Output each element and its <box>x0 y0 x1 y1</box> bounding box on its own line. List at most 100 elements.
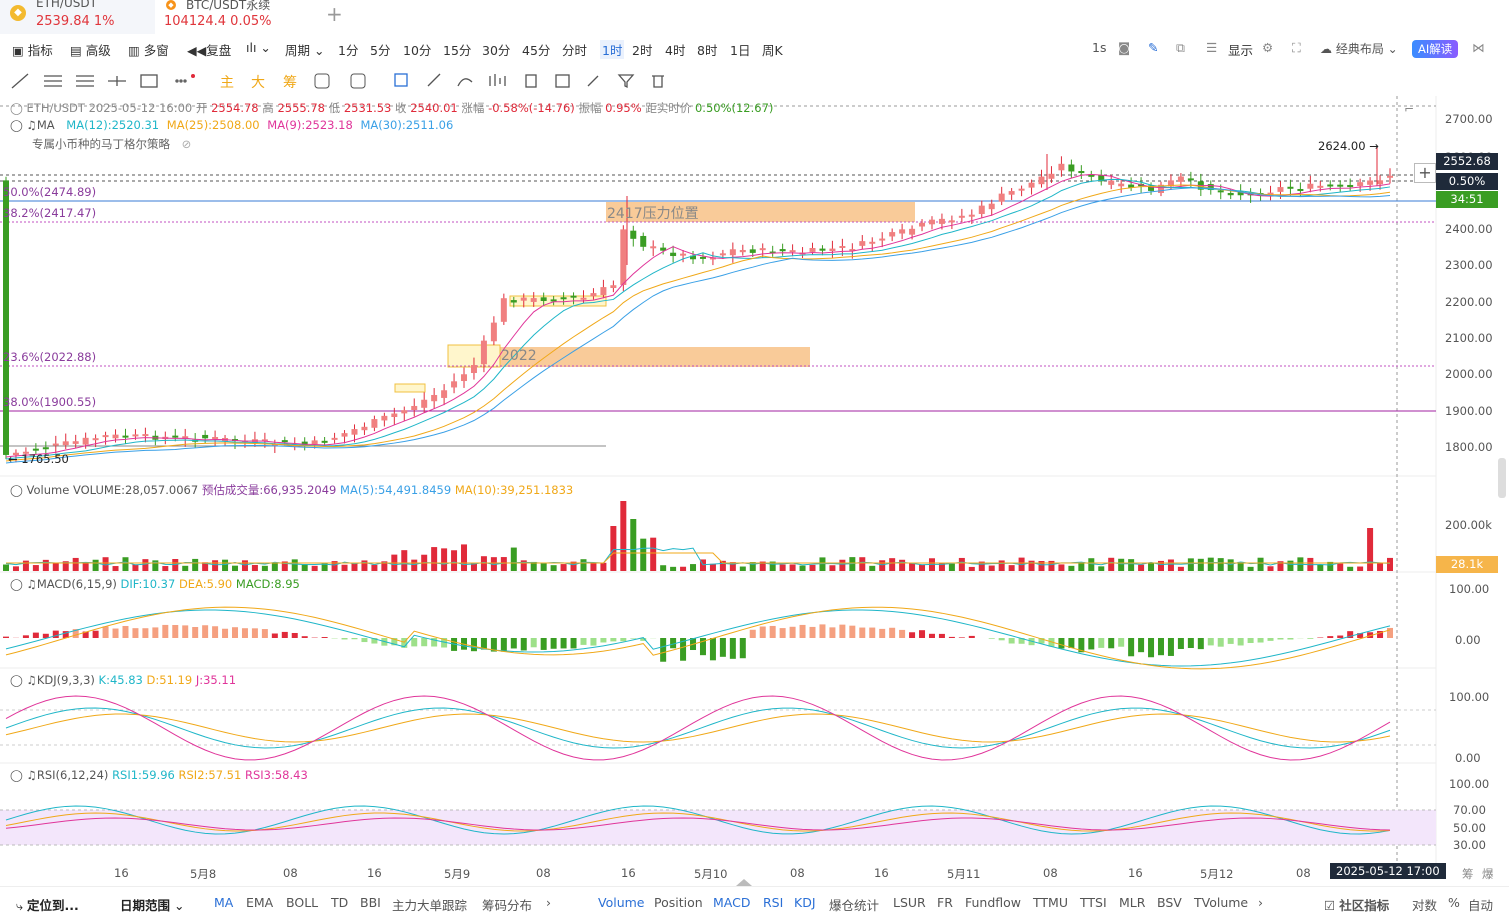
main-force-tool[interactable]: 主 <box>220 75 234 91</box>
chevron-right-icon[interactable]: › <box>546 895 551 910</box>
liquidation-corner-button[interactable]: 爆 <box>1482 866 1494 882</box>
interval-12[interactable]: 周K <box>762 40 783 59</box>
volume-bar <box>92 559 99 571</box>
community-indicators-button[interactable]: ☑ 社区指标 <box>1324 895 1389 914</box>
interval-8[interactable]: 2时 <box>632 40 652 59</box>
chart-type-button[interactable]: ılı ⌄ <box>246 40 271 55</box>
sub-indicator-item[interactable]: Volume <box>598 895 645 910</box>
date-range-dropdown[interactable]: 日期范围 ⌄ <box>120 895 184 914</box>
interval-10[interactable]: 8时 <box>697 40 717 59</box>
advanced-button[interactable]: ▤ 高级 <box>70 40 111 59</box>
replay-button[interactable]: ◀◀复盘 <box>187 40 231 59</box>
main-indicator-item[interactable]: EMA <box>246 895 273 910</box>
percent-scale-toggle[interactable]: % <box>1448 895 1460 910</box>
multi-window-button[interactable]: ▥ 多窗 <box>128 40 169 59</box>
sub-indicator-item[interactable]: RSI <box>763 895 783 910</box>
list-icon[interactable]: ☰ <box>1206 40 1217 55</box>
share-icon[interactable]: ⋈ <box>1472 40 1485 55</box>
time-axis-label: 08 <box>1043 866 1058 880</box>
macd-bar <box>988 638 995 639</box>
interval-0[interactable]: 1分 <box>338 40 358 59</box>
sub-indicator-item[interactable]: KDJ <box>794 895 816 910</box>
sub-indicator-item[interactable]: LSUR <box>893 895 926 910</box>
add-tab-icon[interactable]: + <box>326 2 343 26</box>
sub-indicator-item[interactable]: BSV <box>1157 895 1182 910</box>
main-indicator-item[interactable]: BOLL <box>286 895 318 910</box>
strategy-legend[interactable]: 专属小币种的马丁格尔策略 ⊘ <box>32 136 191 152</box>
support-zone-label[interactable]: 2022 <box>501 348 537 364</box>
hidden-eye-icon[interactable]: ⊘ <box>182 137 192 151</box>
ma-label: MA <box>36 118 55 132</box>
candle-body <box>759 248 766 251</box>
ai-interpret-button[interactable]: AI解读 <box>1412 40 1459 58</box>
collapse-icon[interactable]: ◯ <box>10 577 23 591</box>
log-scale-toggle[interactable]: 对数 <box>1412 895 1437 914</box>
main-indicator-item[interactable]: 主力大单跟踪 <box>392 895 467 914</box>
sub-indicator-item[interactable]: MACD <box>713 895 750 910</box>
scroll-up-icon[interactable] <box>736 879 752 886</box>
bell-icon[interactable]: ♫ <box>27 673 37 687</box>
interval-2[interactable]: 10分 <box>403 40 431 59</box>
sub-indicator-item[interactable]: 爆仓统计 <box>829 895 879 914</box>
volume-bar <box>829 565 836 571</box>
indicators-button[interactable]: ▣ 指标 <box>12 40 53 59</box>
pen-icon[interactable]: ✎ <box>1148 40 1158 55</box>
sub-indicator-item[interactable]: TTMU <box>1033 895 1068 910</box>
interval-11[interactable]: 1日 <box>730 40 750 59</box>
collapse-icon[interactable]: ◯ <box>10 118 23 132</box>
candle-body <box>530 298 537 302</box>
main-indicator-item[interactable]: TD <box>331 895 348 910</box>
share-screen-icon[interactable]: ⧉ <box>1176 40 1185 56</box>
sub-indicator-item[interactable]: FR <box>937 895 953 910</box>
candle-body <box>859 241 866 246</box>
interval-7[interactable]: 1时 <box>600 40 625 59</box>
interval-9[interactable]: 4时 <box>665 40 685 59</box>
volume-bar <box>650 537 657 571</box>
tab-eth-usdt[interactable]: ◆ ETH/USDT 2539.84 1% <box>0 0 155 34</box>
bell-icon[interactable]: ♫ <box>27 768 37 782</box>
resistance-zone-label[interactable]: 2417压力位置 <box>607 203 699 223</box>
candle-body <box>82 437 89 445</box>
tab-btc-usdt[interactable]: ◆ BTC/USDT永续 104124.4 0.05% <box>158 0 313 34</box>
main-indicator-item[interactable]: MA <box>214 895 233 910</box>
volume-bar <box>1257 557 1264 571</box>
interval-3[interactable]: 15分 <box>443 40 471 59</box>
volume-bar <box>899 559 906 571</box>
layout-dropdown[interactable]: ☁ 经典布局 ⌄ <box>1320 40 1398 57</box>
interval-1[interactable]: 5分 <box>370 40 390 59</box>
refresh-rate-button[interactable]: 1s <box>1092 40 1106 55</box>
macd-bar <box>92 630 99 638</box>
eye-icon[interactable]: ◯ <box>10 101 23 115</box>
sub-indicator-item[interactable]: Fundflow <box>965 895 1021 910</box>
time-axis-label: 5月10 <box>694 867 728 881</box>
settings-icon[interactable]: ⚙ <box>1262 40 1273 55</box>
collapse-icon[interactable]: ◯ <box>10 768 23 782</box>
chips-corner-button[interactable]: 筹 <box>1462 866 1474 882</box>
sub-indicator-item[interactable]: TTSI <box>1080 895 1107 910</box>
bell-icon[interactable]: ♫ <box>27 118 37 132</box>
main-indicator-item[interactable]: BBI <box>360 895 381 910</box>
panel-collapse-handle[interactable] <box>1498 458 1506 498</box>
locate-button[interactable]: ⤷ 定位到... <box>16 895 79 914</box>
interval-5[interactable]: 45分 <box>522 40 550 59</box>
main-indicator-item[interactable]: 筹码分布 <box>482 895 532 914</box>
sub-indicator-item[interactable]: Position <box>654 895 703 910</box>
macd-bar <box>222 628 229 638</box>
add-order-icon[interactable]: + <box>1414 163 1436 183</box>
chevron-right-icon[interactable]: › <box>1258 895 1263 910</box>
chips-tool[interactable]: 筹 <box>283 74 297 91</box>
period-dropdown[interactable]: 周期 ⌄ <box>285 40 324 59</box>
sub-indicator-item[interactable]: TVolume <box>1194 895 1248 910</box>
display-button[interactable]: 显示 <box>1228 40 1253 59</box>
bell-icon[interactable]: ♫ <box>27 577 37 591</box>
collapse-icon[interactable]: ◯ <box>10 483 23 497</box>
fullscreen-icon[interactable]: ⛶ <box>1292 40 1301 56</box>
collapse-icon[interactable]: ◯ <box>10 673 23 687</box>
interval-4[interactable]: 30分 <box>482 40 510 59</box>
sub-indicator-item[interactable]: MLR <box>1119 895 1145 910</box>
big-order-tool[interactable]: 大 <box>251 75 265 91</box>
interval-6[interactable]: 分时 <box>562 40 587 59</box>
camera-icon[interactable]: ◙ <box>1118 40 1130 55</box>
auto-scale-toggle[interactable]: 自动 <box>1468 895 1493 914</box>
corner-expand-icon[interactable]: ⌐ <box>1404 102 1414 116</box>
